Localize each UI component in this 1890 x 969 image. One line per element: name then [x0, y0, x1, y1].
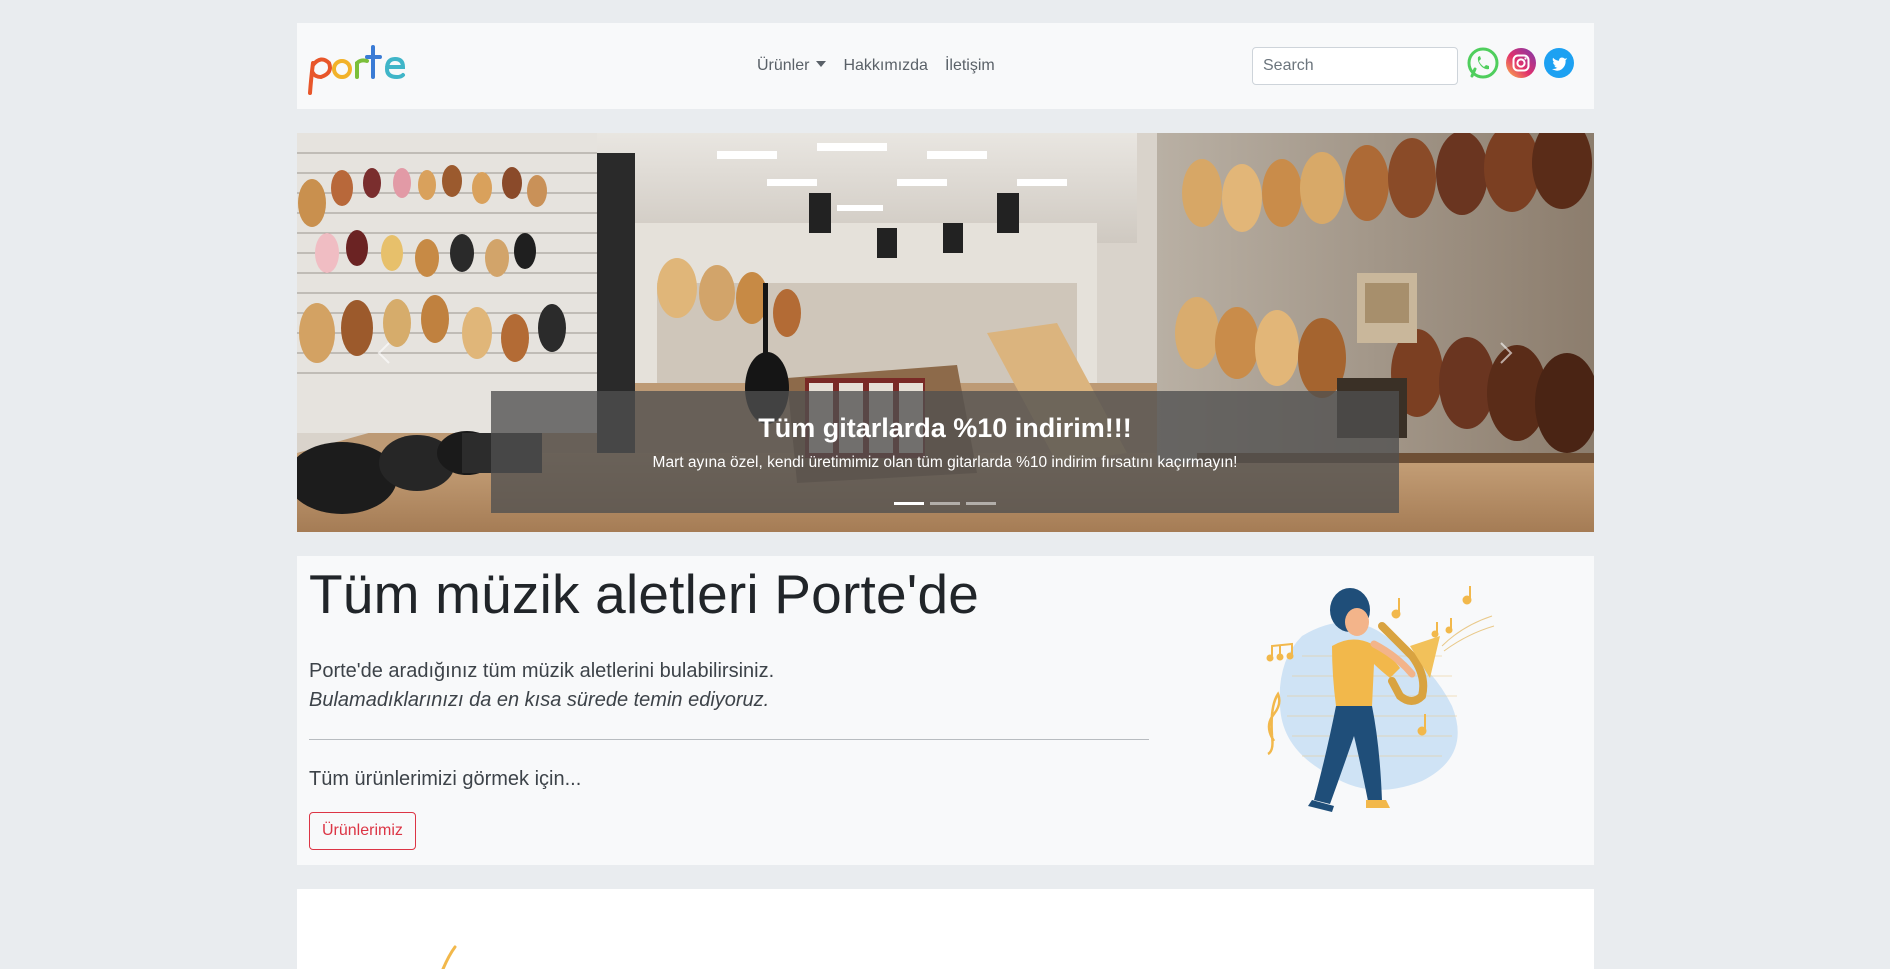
- products-button[interactable]: Ürünlerimiz: [309, 812, 416, 850]
- carousel-next-arrow[interactable]: [1485, 333, 1525, 373]
- carousel-indicator-2[interactable]: [930, 502, 960, 505]
- hero-carousel: Tüm gitarlarda %10 indirim!!! Mart ayına…: [297, 133, 1594, 532]
- lead-text-1: Porte'de aradığınız tüm müzik aletlerini…: [309, 660, 775, 682]
- nav-urunler-dropdown[interactable]: Ürünler: [757, 57, 827, 75]
- page-title: Tüm müzik aletleri Porte'de: [309, 563, 980, 625]
- jumbotron: Tüm müzik aletleri Porte'de Porte'de ara…: [297, 556, 1594, 865]
- nav-iletisim[interactable]: İletişim: [945, 57, 995, 75]
- carousel-prev-arrow[interactable]: [365, 333, 405, 373]
- porte-logo[interactable]: [307, 33, 407, 97]
- caret-down-icon: [816, 61, 827, 67]
- carousel-caption: Tüm gitarlarda %10 indirim!!! Mart ayına…: [491, 391, 1399, 513]
- lead-text-2: Bulamadıklarınızı da en kısa sürede temi…: [309, 689, 770, 711]
- instagram-icon[interactable]: [1505, 47, 1537, 79]
- divider: [309, 739, 1149, 740]
- twitter-icon[interactable]: [1543, 47, 1575, 79]
- search-input[interactable]: [1252, 47, 1458, 85]
- lead-text-3: Tüm ürünlerimizi görmek için...: [309, 768, 582, 790]
- carousel-indicator-1[interactable]: [894, 502, 924, 505]
- whatsapp-icon[interactable]: [1467, 47, 1499, 79]
- caption-text: Mart ayına özel, kendi üretimimiz olan t…: [652, 454, 1238, 471]
- nav-urunler-label: Ürünler: [757, 57, 810, 74]
- next-section: [297, 889, 1594, 969]
- carousel-indicators: [894, 502, 996, 505]
- navbar: Ürünler Hakkımızda İletişim: [297, 23, 1594, 109]
- saxophone-player-illustration: [1266, 586, 1495, 812]
- carousel-indicator-3[interactable]: [966, 502, 996, 505]
- caption-title: Tüm gitarlarda %10 indirim!!!: [758, 413, 1132, 443]
- main-nav: Ürünler Hakkımızda İletişim: [757, 23, 995, 109]
- nav-hakkimizda[interactable]: Hakkımızda: [843, 57, 927, 75]
